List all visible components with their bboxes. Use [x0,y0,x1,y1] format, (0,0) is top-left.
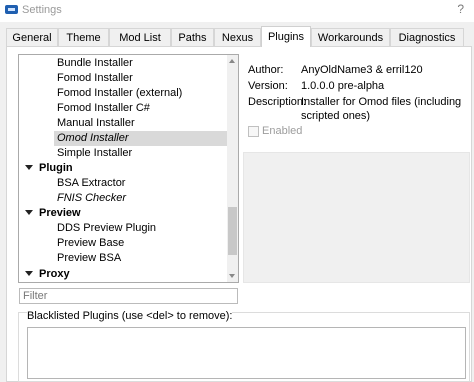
tree-group-preview[interactable]: Preview [19,206,227,221]
version-label: Version: [248,80,288,92]
title-bar: Settings ? [0,0,474,22]
tree-item-bundle-installer[interactable]: Bundle Installer [19,56,227,71]
description-label: Description: [248,96,307,108]
tree-item-manual-installer[interactable]: Manual Installer [19,116,227,131]
author-value: AnyOldName3 & erril120 [301,64,423,76]
tree-item-fomod-installer-external[interactable]: Fomod Installer (external) [19,86,227,101]
author-label: Author: [248,64,284,76]
tree-item-label: DDS Preview Plugin [57,222,157,234]
tree-group-label: Plugin [39,162,73,174]
tab-theme[interactable]: Theme [58,28,109,46]
tree-item-label: Omod Installer [57,132,129,144]
tree-item-label: Fomod Installer [57,72,133,84]
window-title: Settings [22,4,62,16]
enabled-label: Enabled [262,125,303,137]
tree-item-label: Fomod Installer C# [57,102,150,114]
tab-general[interactable]: General [6,28,58,46]
chevron-down-icon[interactable] [25,210,33,215]
tree-item-label: BSA Extractor [57,177,126,189]
blacklist-title: Blacklisted Plugins (use <del> to remove… [27,310,233,322]
tree-item-label: Fomod Installer (external) [57,87,183,99]
tree-group-label: Proxy [39,268,70,280]
tab-mod-list[interactable]: Mod List [109,28,171,46]
tree-item-fomod-installer-csharp[interactable]: Fomod Installer C# [19,101,227,116]
tab-paths[interactable]: Paths [171,28,214,46]
scrollbar-thumb[interactable] [228,207,237,255]
tree-item-preview-bsa[interactable]: Preview BSA [19,251,227,266]
plugin-tree[interactable]: Bundle Installer Fomod Installer Fomod I… [18,54,239,283]
tree-group-proxy[interactable]: Proxy [19,267,227,282]
tree-item-simple-installer[interactable]: Simple Installer [19,146,227,161]
tree-item-label: Preview Base [57,237,125,249]
tree-item-dds-preview-plugin[interactable]: DDS Preview Plugin [19,221,227,236]
scroll-up-icon[interactable] [229,59,235,63]
tree-item-omod-installer[interactable]: Omod Installer [54,131,227,146]
tree-group-label: Preview [39,207,81,219]
plugin-settings-area [243,152,470,283]
help-button[interactable]: ? [457,2,464,16]
filter-input[interactable] [19,288,238,304]
tree-item-fnis-checker[interactable]: FNIS Checker [19,191,227,206]
enabled-checkbox[interactable] [248,126,259,137]
chevron-down-icon[interactable] [25,271,33,276]
tree-item-label: Simple Installer [57,147,133,159]
chevron-down-icon[interactable] [25,165,33,170]
tree-scrollbar[interactable] [227,55,238,282]
blacklist-list[interactable] [27,327,466,379]
tab-nexus[interactable]: Nexus [214,28,261,46]
tree-item-label: Preview BSA [57,252,122,264]
tab-workarounds[interactable]: Workarounds [311,28,390,46]
tree-item-label: Manual Installer [57,117,135,129]
tab-diagnostics[interactable]: Diagnostics [390,28,464,46]
tree-group-plugin[interactable]: Plugin [19,161,227,176]
tree-item-fomod-installer[interactable]: Fomod Installer [19,71,227,86]
tab-plugins[interactable]: Plugins [261,26,311,47]
tree-item-bsa-extractor[interactable]: BSA Extractor [19,176,227,191]
app-icon [5,5,18,14]
tree-item-label: Bundle Installer [57,57,133,69]
description-value: Installer for Omod files (including scri… [301,96,462,122]
scroll-down-icon[interactable] [229,274,235,278]
version-value: 1.0.0.0 pre-alpha [301,80,385,92]
tree-item-preview-base[interactable]: Preview Base [19,236,227,251]
tree-item-label: FNIS Checker [57,192,127,204]
